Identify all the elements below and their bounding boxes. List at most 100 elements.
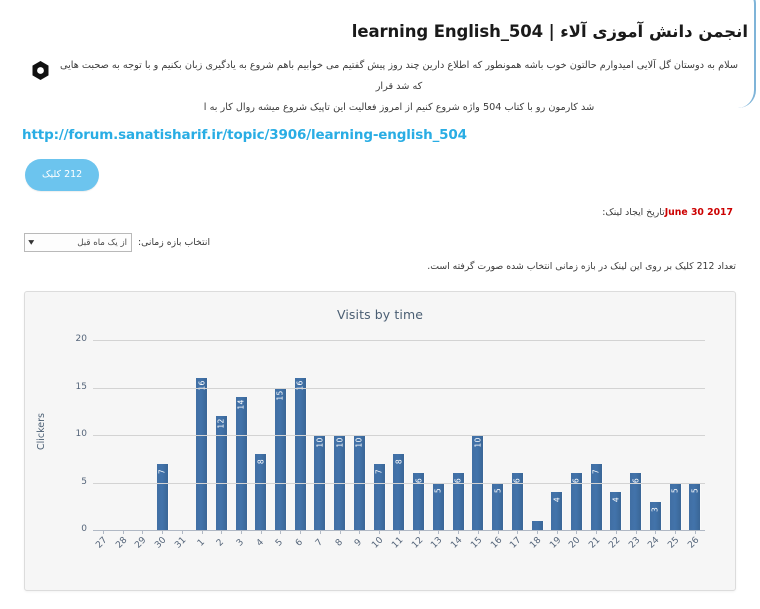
post-text-line-1: سلام به دوستان گل آلایی امیدوارم حالتون … <box>60 60 738 92</box>
x-axis-tick-label: 26 <box>686 535 702 551</box>
x-axis-tick-mark <box>142 530 144 534</box>
bar[interactable]: 8 <box>393 454 405 530</box>
x-axis-tick-label: 22 <box>607 535 623 551</box>
x-axis-tick-mark <box>221 530 223 534</box>
time-range-selected-value: از یک ماه قبل <box>77 237 127 248</box>
time-range-row: انتخاب بازه زمانی: از یک ماه قبل ▼ <box>24 233 736 252</box>
x-axis-tick-label: 12 <box>409 535 426 551</box>
x-axis-tick: 13 <box>428 530 448 572</box>
x-axis-tick-label: 10 <box>370 535 386 551</box>
x-axis-tick: 10 <box>369 530 389 572</box>
forum-link[interactable]: http://forum.sanatisharif.ir/topic/3906/… <box>22 127 467 143</box>
x-axis-tick: 15 <box>468 530 488 572</box>
x-axis-tick: 18 <box>527 530 547 572</box>
x-axis-tick: 19 <box>547 530 567 572</box>
page-content: learning English_504 | انجمن دانش آموزی … <box>0 22 760 591</box>
bar[interactable]: 7 <box>373 463 385 530</box>
x-axis-tick-label: 13 <box>429 535 445 551</box>
bar[interactable]: 4 <box>610 492 622 530</box>
x-axis-tick-mark <box>694 530 696 534</box>
x-axis-tick: 31 <box>172 530 192 572</box>
chevron-down-icon: ▼ <box>28 239 35 246</box>
bar[interactable]: 5 <box>689 482 701 530</box>
bar[interactable]: 15 <box>274 387 286 530</box>
post-body: سلام به دوستان گل آلایی امیدوارم حالتون … <box>12 55 748 118</box>
x-axis-tick-label: 15 <box>469 535 485 551</box>
x-axis-tick-mark <box>280 530 282 534</box>
x-axis-tick: 5 <box>271 530 291 572</box>
bar-value-label: 7 <box>157 468 167 474</box>
x-axis-tick: 17 <box>507 530 527 572</box>
bar[interactable]: 5 <box>669 482 681 530</box>
x-axis-tick-label: 16 <box>488 535 504 551</box>
x-axis-tick: 21 <box>586 530 606 572</box>
y-axis-label: Clickers <box>36 413 47 450</box>
x-axis-tick-label: 9 <box>353 537 365 549</box>
x-axis-tick-label: 27 <box>94 535 110 551</box>
bar[interactable]: 8 <box>255 454 267 530</box>
bar-value-label: 10 <box>315 437 325 448</box>
bar-value-label: 7 <box>374 468 384 474</box>
x-axis-tick-mark <box>418 530 420 534</box>
x-axis-tick: 29 <box>132 530 152 572</box>
bar[interactable]: 12 <box>215 416 227 530</box>
bar[interactable]: 5 <box>492 482 504 530</box>
bar-value-label: 15 <box>275 389 285 401</box>
x-axis-tick-label: 8 <box>333 537 345 549</box>
meta-area: June 30 2017تاریخ ایجاد لینک: انتخاب باز… <box>12 207 748 272</box>
bar[interactable]: 14 <box>235 397 247 530</box>
bar-value-label: 16 <box>197 380 207 391</box>
bar-value-label: 8 <box>256 458 266 465</box>
x-axis-tick-mark <box>319 530 321 534</box>
bar[interactable]: 16 <box>196 378 208 530</box>
x-axis-tick: 20 <box>567 530 587 572</box>
bar[interactable]: 3 <box>649 501 661 530</box>
x-axis-tick-mark <box>181 530 183 534</box>
bar-value-label: 4 <box>611 496 621 503</box>
bar-value-label: 5 <box>433 487 443 493</box>
x-axis-tick-mark <box>122 530 124 534</box>
x-axis-tick-label: 28 <box>113 535 130 551</box>
chart-panel: Visits by time Clickers 7 16 12 14 8 15 16 10 10… <box>24 291 736 591</box>
x-axis-tick-mark <box>201 530 203 534</box>
bar[interactable]: 4 <box>551 492 563 530</box>
time-range-select[interactable]: از یک ماه قبل ▼ <box>24 233 132 252</box>
x-axis-tick: 28 <box>113 530 133 572</box>
bar[interactable]: 16 <box>294 378 306 530</box>
x-axis-tick-label: 3 <box>234 537 246 549</box>
x-axis-tick-mark <box>537 530 539 534</box>
x-axis-tick-mark <box>241 530 242 534</box>
x-axis-tick-mark <box>675 530 677 534</box>
x-axis-tick: 4 <box>251 530 271 572</box>
x-axis-tick: 12 <box>409 530 429 572</box>
bar[interactable]: 5 <box>432 482 444 530</box>
x-axis-tick-mark <box>339 530 341 534</box>
click-count-badge[interactable]: 212 کلیک <box>25 159 100 191</box>
post-title-row: learning English_504 | انجمن دانش آموزی … <box>12 22 748 41</box>
x-axis-tick-mark <box>438 530 440 534</box>
y-axis-tick-label: 10 <box>75 429 87 439</box>
bar[interactable]: 7 <box>590 463 602 530</box>
time-range-label: انتخاب بازه زمانی: <box>138 237 211 248</box>
x-axis-tick-mark <box>102 530 104 534</box>
x-axis-tick-mark <box>635 530 637 534</box>
x-axis-tick-mark <box>497 530 499 534</box>
gridline <box>93 435 705 436</box>
x-axis-tick-label: 17 <box>508 535 524 551</box>
bar-value-label: 10 <box>335 437 345 448</box>
bar[interactable] <box>531 520 543 530</box>
x-axis-tick-label: 1 <box>195 537 207 549</box>
bar-value-label: 3 <box>650 506 660 512</box>
bar[interactable]: 7 <box>156 463 168 530</box>
x-axis-tick-label: 25 <box>666 535 682 551</box>
created-date-value: June 30 2017 <box>664 207 733 218</box>
bar-value-label: 5 <box>493 487 503 493</box>
x-axis-tick-label: 21 <box>587 535 603 551</box>
x-axis-tick-mark <box>398 530 400 534</box>
x-axis-tick-mark <box>260 530 262 534</box>
x-axis-tick-label: 11 <box>390 535 406 551</box>
x-axis-tick-label: 2 <box>215 537 227 549</box>
chart-body: Clickers 7 16 12 14 8 15 16 10 10 10 7 8 6 5 6 10 5 6 4 6 7 4… <box>25 332 735 590</box>
x-axis-tick-label: 7 <box>313 537 325 549</box>
bar-value-label: 5 <box>670 487 680 493</box>
